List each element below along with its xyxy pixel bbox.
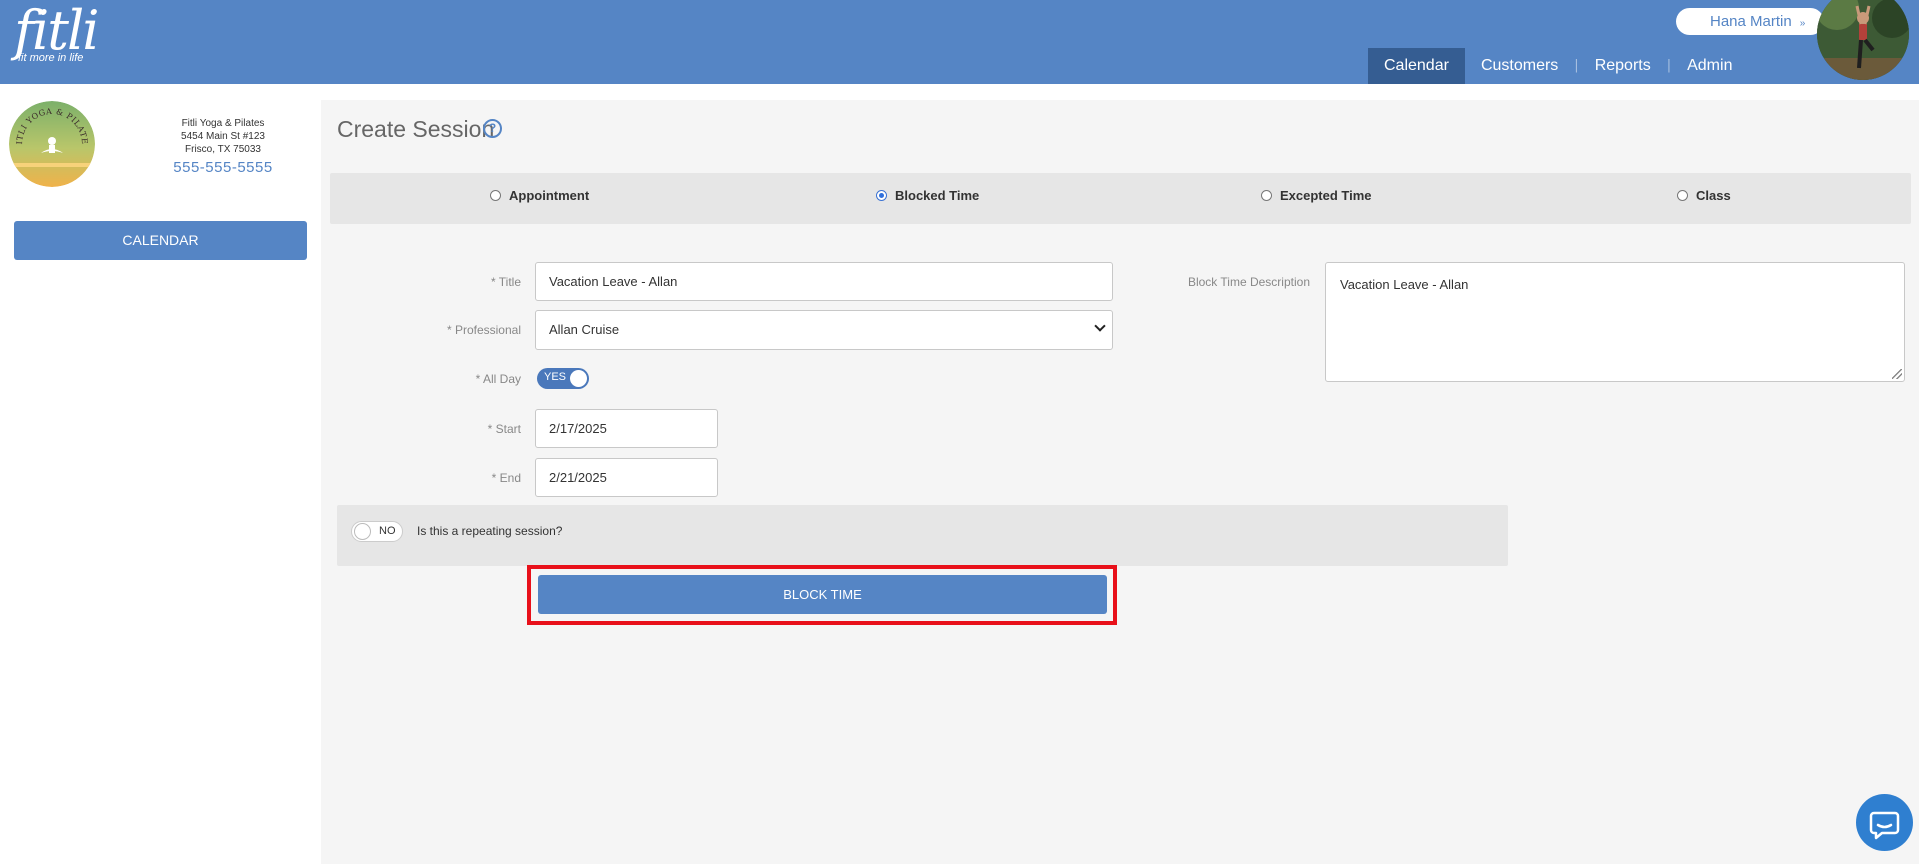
start-label: * Start [487,422,521,436]
chat-bubble-icon[interactable] [1856,794,1913,851]
repeat-toggle[interactable]: NO [351,521,403,542]
calendar-button[interactable]: CALENDAR [14,221,307,260]
radio-appointment[interactable]: Appointment [490,188,589,203]
professional-select[interactable]: Allan Cruise [535,310,1113,350]
chevron-down-icon [1094,320,1106,332]
allday-toggle[interactable]: YES [537,368,589,389]
main-nav: Calendar Customers | Reports | Admin [1368,48,1748,84]
help-circle-icon[interactable]: ? [483,119,502,138]
radio-excepted-time[interactable]: Excepted Time [1261,188,1372,203]
page-title: Create Session [337,116,495,142]
studio-logo: FITLI YOGA & PILATES [9,101,95,187]
fitli-logo[interactable]: fitli fit more in life [14,0,99,65]
session-type-bar: Appointment Blocked Time Excepted Time C… [330,173,1911,224]
studio-phone[interactable]: 555-555-5555 [160,158,286,178]
repeat-session-bar: NO Is this a repeating session? [337,505,1508,566]
professional-value: Allan Cruise [549,322,620,337]
allday-label: * All Day [475,372,521,386]
description-value: Vacation Leave - Allan [1340,277,1469,292]
radio-button[interactable] [1677,190,1688,201]
top-bar: fitli fit more in life Hana Martin » Cale… [0,0,1919,84]
studio-name: Fitli Yoga & Pilates [181,118,265,129]
radio-class[interactable]: Class [1677,188,1731,203]
professional-label: * Professional [446,323,521,337]
radio-button[interactable] [490,190,501,201]
nav-admin[interactable]: Admin [1671,48,1748,84]
radio-label: Blocked Time [895,188,980,203]
toggle-label: NO [379,525,396,537]
logo-wordmark: fitli [14,0,99,62]
end-date-input[interactable]: 2/21/2025 [535,458,718,497]
title-input[interactable]: Vacation Leave - Allan [535,262,1113,301]
radio-label: Excepted Time [1280,188,1372,203]
studio-address-1: 5454 Main St #123 [181,131,265,142]
description-label: Block Time Description [1187,275,1310,289]
avatar[interactable] [1817,0,1909,80]
user-menu[interactable]: Hana Martin » [1676,8,1824,35]
chevron-down-icon: » [1799,18,1806,29]
radio-label: Appointment [509,188,590,203]
studio-info: Fitli Yoga & Pilates 5454 Main St #123 F… [160,117,286,178]
end-label: * End [491,471,521,485]
user-name: Hana Martin [1710,13,1792,30]
nav-calendar[interactable]: Calendar [1368,48,1465,84]
description-textarea[interactable]: Vacation Leave - Allan [1325,262,1905,382]
studio-address-2: Frisco, TX 75033 [185,144,261,155]
toggle-knob [570,370,587,387]
radio-button[interactable] [1261,190,1272,201]
repeat-question: Is this a repeating session? [417,524,563,538]
nav-reports[interactable]: Reports [1579,48,1667,84]
start-date-input[interactable]: 2/17/2025 [535,409,718,448]
radio-button[interactable] [876,190,887,201]
block-time-button[interactable]: BLOCK TIME [538,575,1107,614]
radio-label: Class [1696,188,1731,203]
title-label: * Title [490,275,521,289]
radio-blocked-time[interactable]: Blocked Time [876,188,979,203]
resize-handle-icon[interactable] [1892,369,1902,379]
nav-customers[interactable]: Customers [1465,48,1574,84]
toggle-knob [354,523,371,540]
toggle-label: YES [544,371,567,383]
